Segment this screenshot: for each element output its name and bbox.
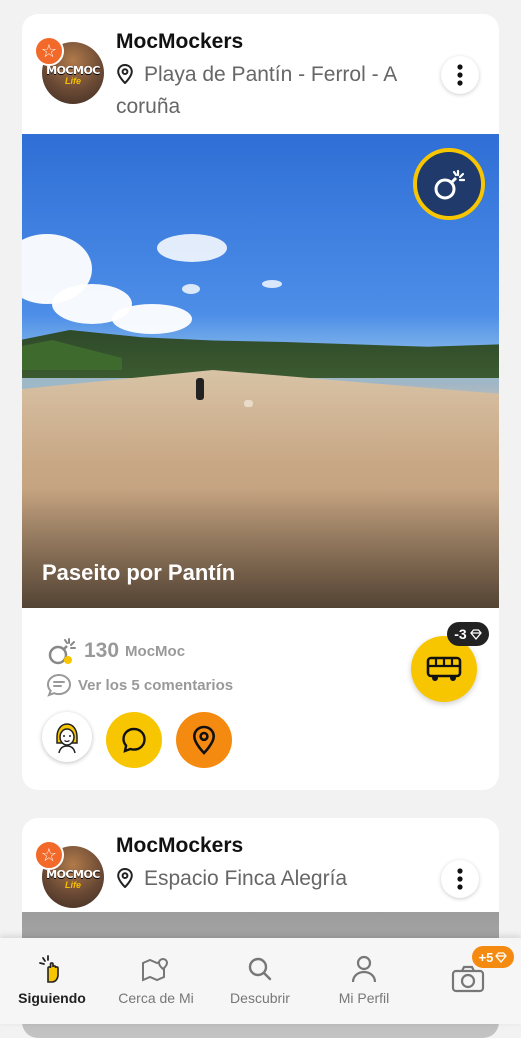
location-text: Playa de Pantín - Ferrol - A coruña [116, 63, 397, 118]
post-photo[interactable]: Paseito por Pantín [22, 134, 499, 608]
user-avatar-button[interactable] [42, 712, 92, 762]
camera-reward-badge: +5 [472, 946, 514, 968]
nav-siguiendo[interactable]: Siguiendo [0, 952, 104, 1006]
mocmoc-bomb-icon [48, 638, 76, 665]
location-pin-icon [116, 867, 138, 896]
comments-text: Ver los 5 comentarios [78, 676, 234, 694]
nav-cerca-de-mi[interactable]: Cerca de Mi [104, 952, 208, 1006]
camera-badge-value: +5 [478, 949, 494, 965]
comment-icon [46, 673, 72, 697]
chat-bubble-icon [122, 727, 146, 753]
map-pin-icon [192, 725, 216, 755]
location-text: Espacio Finca Alegría [144, 867, 348, 890]
more-vertical-icon [457, 64, 463, 86]
camera-icon [451, 965, 485, 993]
comment-button[interactable] [106, 712, 162, 768]
nav-label: Mi Perfil [338, 990, 390, 1006]
avatar-logo-sub: Life [64, 76, 81, 86]
avatar-logo-sub: Life [64, 880, 81, 890]
bottom-navigation: Siguiendo Cerca de Mi Descubrir Mi Perfi… [0, 938, 521, 1024]
post-card: MOCMOC Life ☆ MocMockers Playa de Pantín… [22, 14, 499, 790]
more-options-button[interactable] [441, 860, 479, 898]
bomb-icon [434, 169, 466, 200]
post-avatar[interactable]: MOCMOC Life ☆ [34, 36, 106, 106]
diamond-icon [495, 951, 508, 963]
post-avatar[interactable]: MOCMOC Life ☆ [34, 840, 106, 910]
user-icon [351, 955, 377, 983]
mocmoc-label: MocMoc [125, 642, 186, 660]
nav-descubrir[interactable]: Descubrir [208, 952, 312, 1006]
post-actions [42, 712, 232, 768]
photo-title: Paseito por Pantín [42, 560, 236, 585]
cost-badge: -3 [447, 622, 489, 646]
search-icon [248, 957, 272, 981]
cost-value: -3 [454, 626, 467, 642]
girl-avatar-icon [56, 723, 78, 754]
following-hand-icon [39, 955, 59, 983]
star-icon: ☆ [34, 840, 64, 870]
mocmoc-count: 130 [84, 639, 120, 662]
location-pin-icon [116, 63, 138, 92]
username[interactable]: MocMockers [116, 834, 243, 858]
username[interactable]: MocMockers [116, 30, 243, 54]
location-button[interactable] [176, 712, 232, 768]
star-icon: ☆ [34, 36, 64, 66]
nav-mi-perfil[interactable]: Mi Perfil [312, 952, 416, 1006]
nav-label: Siguiendo [18, 990, 86, 1006]
bus-icon [426, 656, 462, 681]
nav-label: Cerca de Mi [118, 990, 194, 1006]
nav-label: Descubrir [230, 990, 290, 1006]
post-stats: 130 MocMoc Ver los 5 comentarios [46, 634, 233, 698]
more-vertical-icon [457, 868, 463, 890]
nearby-map-icon [142, 957, 169, 982]
more-options-button[interactable] [441, 56, 479, 94]
location[interactable]: Espacio Finca Alegría [116, 864, 446, 896]
comments-link[interactable]: Ver los 5 comentarios [46, 672, 233, 698]
location[interactable]: Playa de Pantín - Ferrol - A coruña [116, 60, 446, 121]
bomb-button[interactable] [413, 148, 485, 220]
diamond-icon [469, 628, 482, 640]
